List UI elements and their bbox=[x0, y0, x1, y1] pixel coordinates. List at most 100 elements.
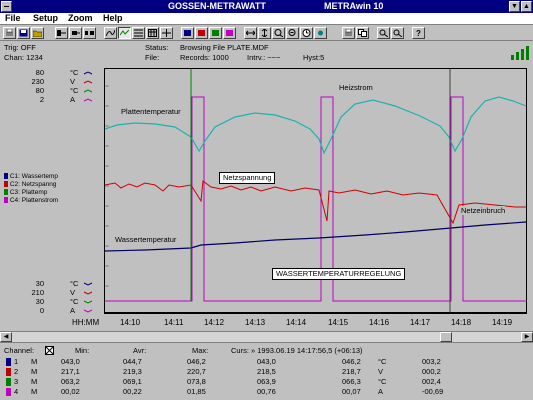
legend-swatch bbox=[4, 189, 8, 196]
unit: °C bbox=[378, 377, 387, 386]
scale-bottom-value: 0 bbox=[39, 306, 44, 315]
time-tick: 14:11 bbox=[164, 318, 184, 327]
help-icon[interactable]: ? bbox=[412, 27, 425, 39]
clock-icon[interactable] bbox=[300, 27, 313, 39]
legend-item[interactable]: C4: Plattenstrom bbox=[4, 197, 58, 205]
legend-swatch bbox=[4, 197, 8, 204]
channel-two-icon[interactable] bbox=[195, 27, 208, 39]
scale-top-value: 80 bbox=[35, 68, 44, 77]
scale-bottom-unit: °C bbox=[70, 279, 79, 288]
scale-top-unit: °C bbox=[70, 68, 79, 77]
legend-item[interactable]: C3: Plattemp bbox=[4, 189, 58, 197]
channel-status: Chan: 1234 bbox=[4, 53, 43, 62]
cursor-value: 218,5 bbox=[257, 367, 276, 376]
print-icon[interactable] bbox=[3, 27, 16, 39]
header-cursor: Curs: » 1993.06.19 14:17:56,5 (+06:13) bbox=[231, 346, 363, 355]
scale-top-value: 230 bbox=[31, 77, 44, 86]
max-value: 01,85 bbox=[187, 387, 206, 396]
connect-icon[interactable] bbox=[69, 27, 82, 39]
horizontal-scrollbar[interactable]: ◀ ▶ bbox=[0, 331, 533, 343]
save-icon[interactable] bbox=[17, 27, 30, 39]
menu-help[interactable]: Help bbox=[103, 13, 123, 23]
legend-swatch bbox=[4, 181, 8, 188]
min-value: 043,0 bbox=[61, 357, 80, 366]
zoom-x-icon[interactable] bbox=[244, 27, 257, 39]
table-view-icon[interactable] bbox=[146, 27, 159, 39]
scroll-thumb[interactable] bbox=[440, 332, 452, 342]
menu-file[interactable]: File bbox=[5, 13, 21, 23]
max-value: 073,8 bbox=[187, 377, 206, 386]
channel-three-icon[interactable] bbox=[209, 27, 222, 39]
channel-one-icon[interactable] bbox=[181, 27, 194, 39]
grid-icon[interactable] bbox=[160, 27, 173, 39]
time-tick: 14:18 bbox=[451, 318, 472, 327]
table-row[interactable]: 2 M 217,1 219,3 220,7 218,5 218,7 V 000,… bbox=[2, 367, 531, 377]
legend-item[interactable]: C1: Wassertemp bbox=[4, 173, 58, 181]
channel-four-icon[interactable] bbox=[223, 27, 236, 39]
annotation-netzspannung: Netzspannung bbox=[219, 172, 276, 184]
search-icon[interactable] bbox=[377, 27, 390, 39]
annotation-plattentemperatur: Plattentemperatur bbox=[121, 107, 181, 116]
delta-value: 002,4 bbox=[422, 377, 441, 386]
minimize-button[interactable]: ▼ bbox=[509, 1, 520, 12]
channel-color-swatch bbox=[6, 388, 11, 396]
channel-number: 2 bbox=[14, 367, 19, 376]
zoom-y-icon[interactable] bbox=[258, 27, 271, 39]
header-channel: Channel: bbox=[4, 346, 35, 355]
select-all-checkbox[interactable] bbox=[45, 346, 54, 355]
scale-top-unit: V bbox=[70, 77, 76, 86]
table-row[interactable]: 4 M 00,02 00,22 01,85 00,76 00,07 A -00,… bbox=[2, 387, 531, 397]
copy-icon[interactable] bbox=[356, 27, 369, 39]
unit: A bbox=[378, 387, 384, 396]
hysteresis-value: Hyst:5 bbox=[303, 53, 325, 62]
search-next-icon[interactable] bbox=[391, 27, 404, 39]
legend-label: C3: Plattemp bbox=[9, 189, 48, 196]
time-tick: 14:17 bbox=[410, 318, 431, 327]
scroll-left-icon[interactable]: ◀ bbox=[0, 332, 12, 342]
scale-bottom-value: 30 bbox=[35, 279, 44, 288]
delta-value: 000,2 bbox=[422, 367, 441, 376]
legend-swatch bbox=[4, 173, 8, 180]
scroll-right-icon[interactable]: ▶ bbox=[521, 332, 533, 342]
channel-number: 4 bbox=[14, 387, 19, 396]
settings-icon[interactable] bbox=[314, 27, 327, 39]
time-tick: 14:16 bbox=[369, 318, 390, 327]
transfer-icon[interactable] bbox=[55, 27, 68, 39]
zoom-in-icon[interactable] bbox=[272, 27, 285, 39]
curve-icon[interactable] bbox=[104, 27, 117, 39]
cursor-value-2: 066,3 bbox=[342, 377, 361, 386]
unit: V bbox=[378, 367, 384, 376]
delta-value: -00,69 bbox=[422, 387, 444, 396]
system-menu-button[interactable] bbox=[1, 1, 12, 12]
min-value: 217,1 bbox=[61, 367, 80, 376]
delta-value: 003,2 bbox=[422, 357, 441, 366]
table-row[interactable]: 3 M 063,2 069,1 073,8 063,9 066,3 °C 002… bbox=[2, 377, 531, 387]
table-row[interactable]: 1 M 043,0 044,7 046,2 043,0 046,2 °C 003… bbox=[2, 357, 531, 367]
annotation-heizstrom: Heizstrom bbox=[339, 83, 373, 92]
interval-value: Intrv.: ~~~ bbox=[247, 53, 281, 62]
status-label: Status: bbox=[145, 43, 169, 52]
cursor-value-2: 218,7 bbox=[342, 367, 361, 376]
disconnect-icon[interactable] bbox=[83, 27, 96, 39]
time-tick: 14:14 bbox=[286, 318, 307, 327]
scale-bottom-unit: V bbox=[70, 288, 76, 297]
zoom-out-icon[interactable] bbox=[286, 27, 299, 39]
header-min: Min: bbox=[75, 346, 90, 355]
annotation-wassertemperatur: Wassertemperatur bbox=[115, 235, 177, 244]
graph-view-icon[interactable] bbox=[118, 27, 131, 39]
list-view-icon[interactable] bbox=[132, 27, 145, 39]
channel-mode: M bbox=[31, 367, 38, 376]
print-chart-icon[interactable] bbox=[342, 27, 355, 39]
channel-table: Channel: Min: Avr: Max: Curs: » 1993.06.… bbox=[0, 344, 533, 400]
menu-setup[interactable]: Setup bbox=[33, 13, 58, 23]
window-title-app: METRAwin 10 bbox=[324, 1, 384, 11]
time-tick: 14:19 bbox=[492, 318, 513, 327]
maximize-button[interactable]: ▲ bbox=[521, 1, 532, 12]
status-value: Browsing File PLATE.MDF bbox=[180, 43, 269, 52]
legend-item[interactable]: C2: Netzspanng bbox=[4, 181, 58, 189]
plot-area[interactable]: Plattentemperatur Heizstrom Netzspannung… bbox=[104, 68, 527, 313]
menu-zoom[interactable]: Zoom bbox=[68, 13, 93, 23]
scale-bottom-value: 210 bbox=[31, 288, 44, 297]
file-label: File: bbox=[145, 53, 160, 62]
open-icon[interactable] bbox=[31, 27, 44, 39]
